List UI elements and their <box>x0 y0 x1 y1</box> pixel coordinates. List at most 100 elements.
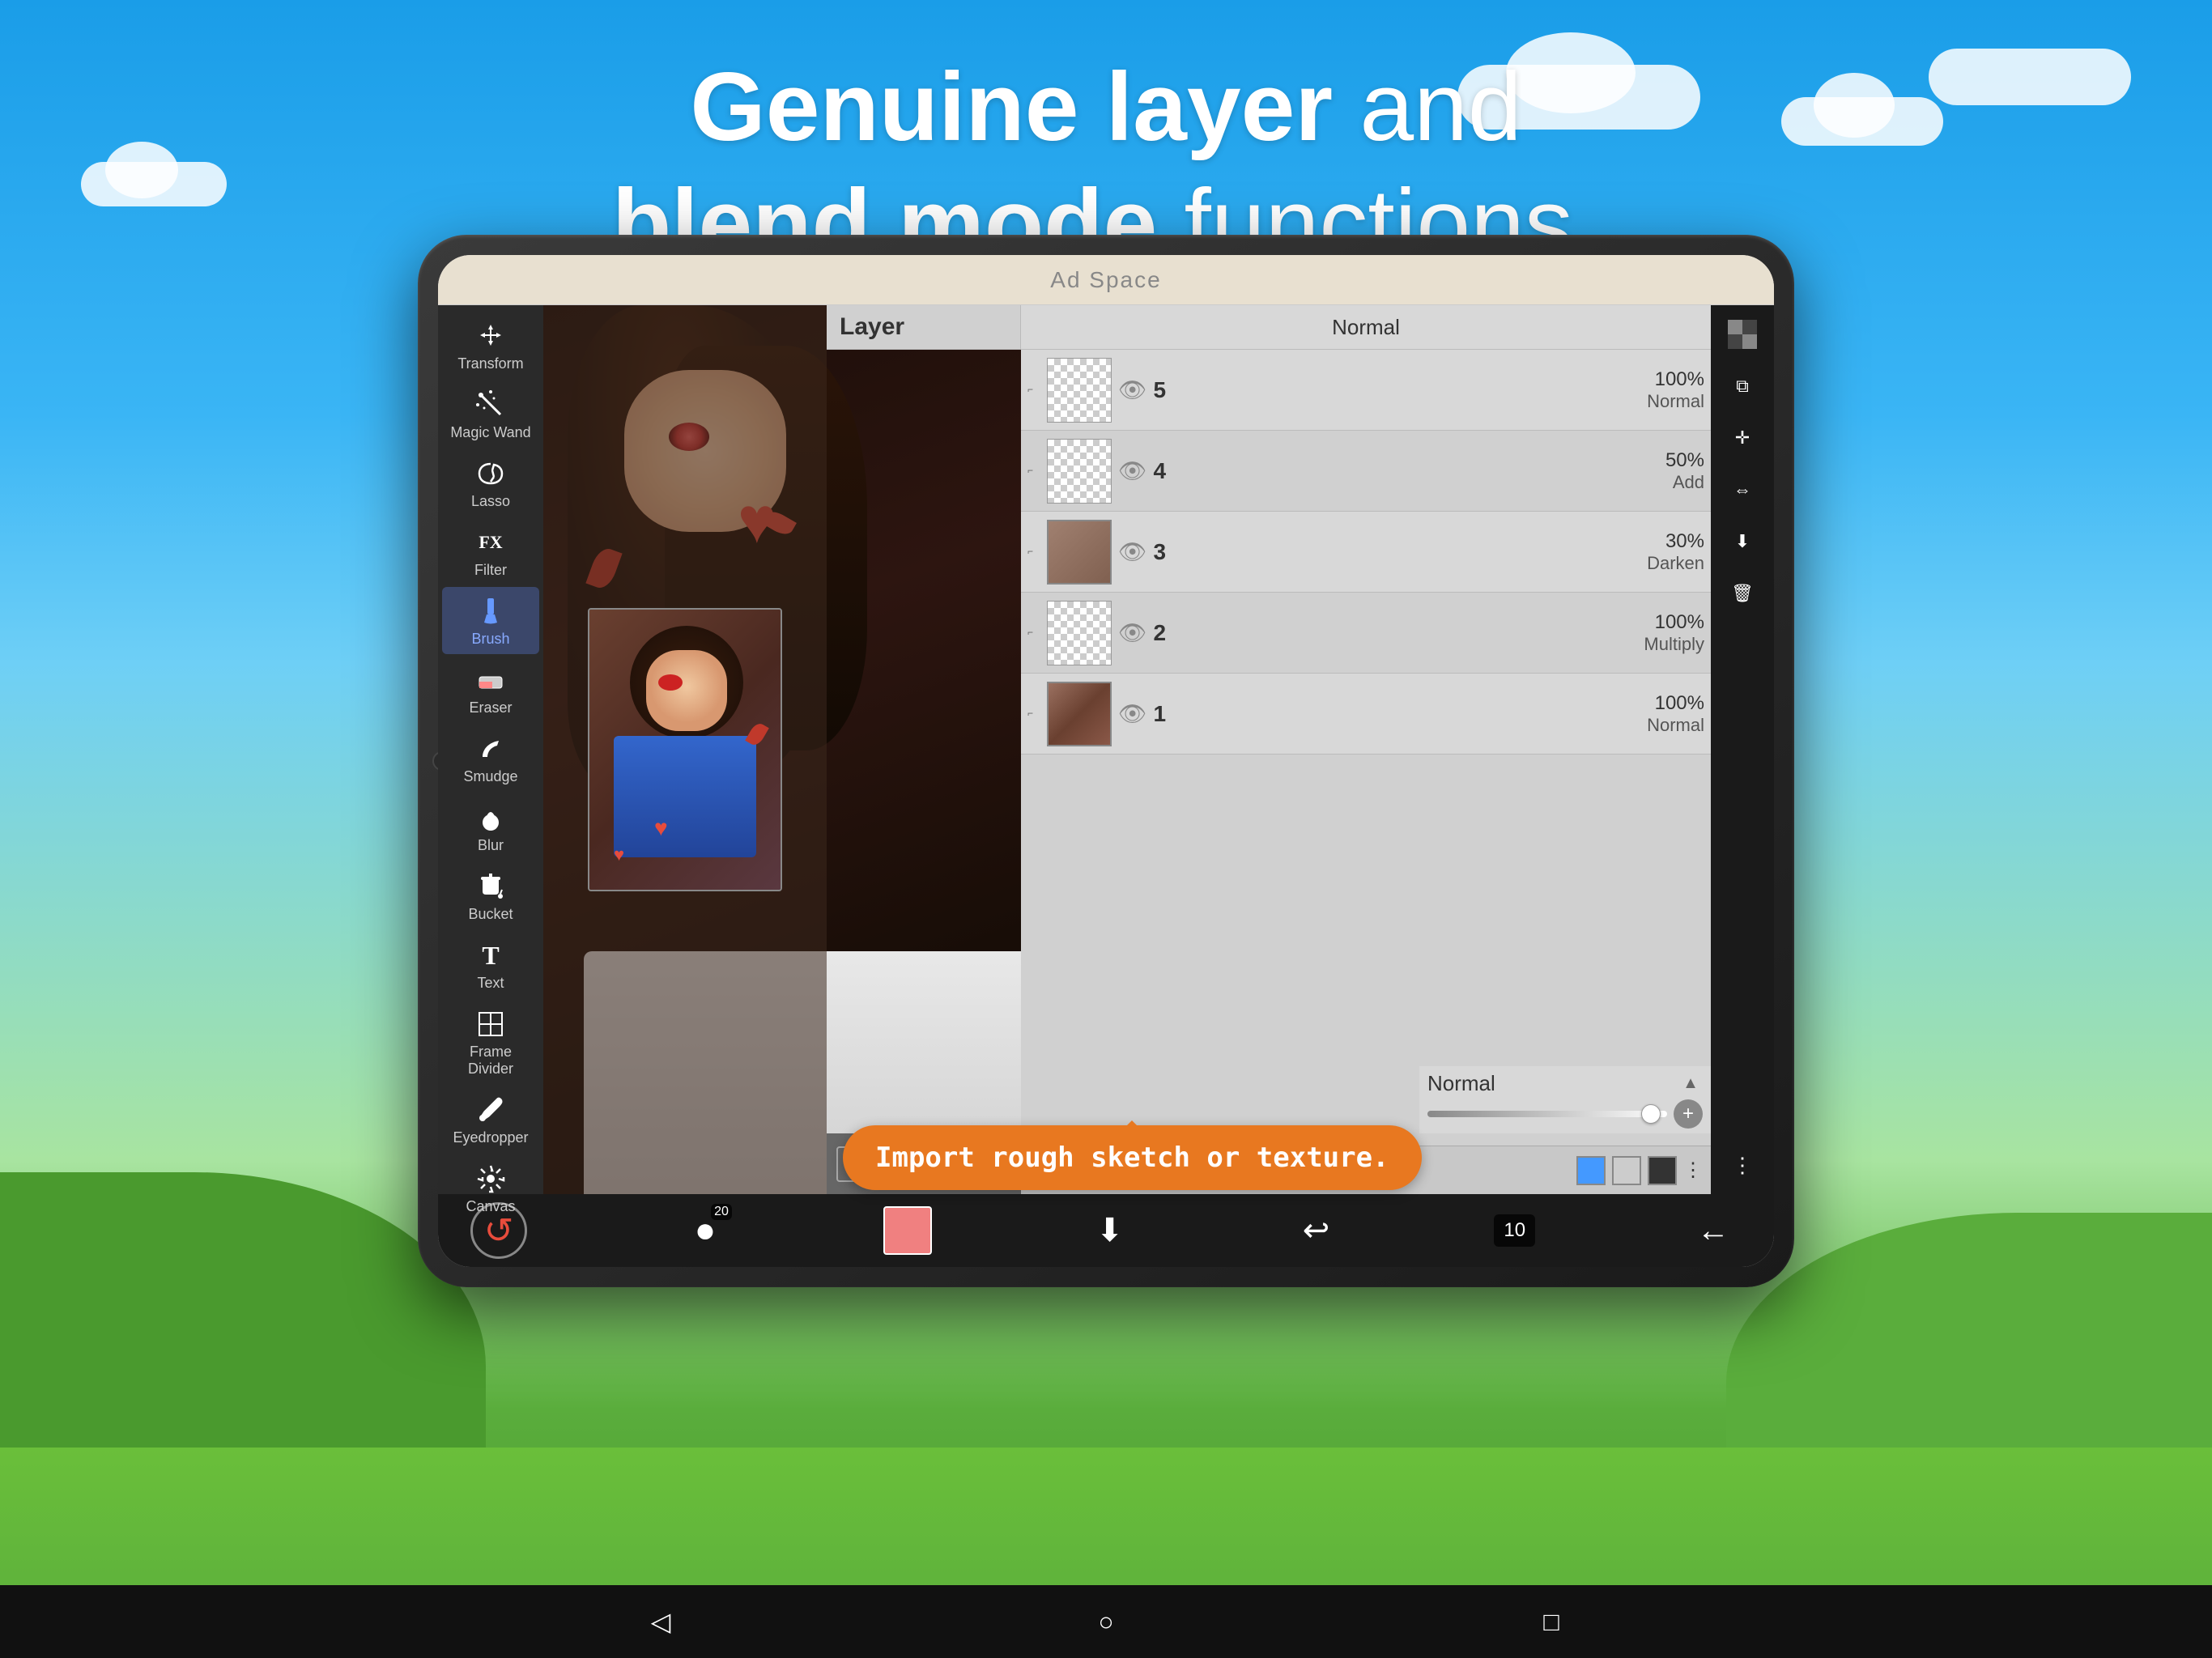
page-count[interactable]: 10 <box>1494 1214 1535 1247</box>
transform-label: Transform <box>457 355 523 372</box>
layer-5-corner: ⌐ <box>1027 384 1040 397</box>
tool-eraser[interactable]: Eraser <box>442 656 539 723</box>
tool-eyedropper[interactable]: Eyedropper <box>442 1086 539 1153</box>
bg-color-3 <box>1648 1156 1677 1185</box>
tool-brush[interactable]: Brush <box>442 587 539 654</box>
brush-size-btn[interactable]: ● 20 <box>677 1202 734 1259</box>
blend-mode-label: Normal <box>1332 315 1400 340</box>
back-btn[interactable]: ← <box>1685 1202 1742 1259</box>
undo-btn[interactable]: ↩ <box>1288 1202 1345 1259</box>
headline-bold-1: Genuine layer <box>690 53 1333 161</box>
layer-5-blend: Normal <box>1647 391 1704 412</box>
opacity-slider-area: + <box>1427 1099 1703 1129</box>
android-back-btn[interactable]: ◁ <box>640 1601 681 1642</box>
brush-icon <box>473 593 508 629</box>
layer-row-5[interactable]: ⌐ 👁 5 100% Normal <box>1021 350 1711 431</box>
android-home-btn[interactable]: ○ <box>1086 1601 1126 1642</box>
ad-space-bar: Ad Space <box>438 255 1774 305</box>
tooltip-arrow <box>1121 1109 1143 1132</box>
layer-4-blend: Add <box>1673 472 1704 493</box>
layer-2-corner: ⌐ <box>1027 627 1040 640</box>
text-label: Text <box>477 975 504 992</box>
tooltip-text: Import rough sketch or texture. <box>875 1141 1389 1174</box>
layer-3-opacity: 30% <box>1665 530 1704 553</box>
layer-3-number: 3 <box>1154 539 1174 565</box>
layer-3-eye[interactable]: 👁 <box>1118 538 1147 565</box>
text-icon: T <box>473 937 508 973</box>
tool-smudge[interactable]: Smudge <box>442 725 539 792</box>
layer-row-3[interactable]: ⌐ 👁 3 30% Darken <box>1021 512 1711 593</box>
filter-icon: FX <box>473 525 508 560</box>
layer-2-eye[interactable]: 👁 <box>1118 619 1147 646</box>
tool-filter[interactable]: FX Filter <box>442 518 539 585</box>
checkerboard-btn[interactable] <box>1718 310 1767 359</box>
layer-2-opacity: 100% <box>1655 611 1704 634</box>
layer-1-eye[interactable]: 👁 <box>1118 700 1147 727</box>
magic-wand-icon <box>473 387 508 423</box>
bg-more-btn[interactable]: ⋮ <box>1683 1158 1703 1182</box>
brush-label: Brush <box>471 631 509 648</box>
layer-2-number: 2 <box>1154 620 1174 646</box>
layer-3-thumb <box>1047 520 1112 585</box>
android-nav-bar: ◁ ○ □ <box>0 1585 2212 1658</box>
layer-5-eye[interactable]: 👁 <box>1118 376 1147 403</box>
thumbnail-panel: ♥ ♥ <box>543 305 827 1194</box>
tool-frame-divider[interactable]: Frame Divider <box>442 1000 539 1084</box>
eyedropper-label: Eyedropper <box>453 1129 528 1146</box>
mini-merge-btn[interactable]: ⬇ <box>1718 517 1767 566</box>
layer-2-thumb <box>1047 601 1112 665</box>
blend-dropdown-arrow[interactable]: ▲ <box>1678 1072 1703 1096</box>
layers-panel: Normal ⌐ 👁 5 100% Normal <box>1021 305 1711 1194</box>
mini-delete-btn[interactable]: 🗑 <box>1718 569 1767 618</box>
layer-4-number: 4 <box>1154 458 1174 484</box>
tool-bucket[interactable]: Bucket <box>442 862 539 929</box>
android-recents-btn[interactable]: □ <box>1531 1601 1572 1642</box>
mini-flip-btn[interactable]: ⇔ <box>1718 466 1767 514</box>
add-opacity-btn[interactable]: + <box>1674 1099 1703 1129</box>
blend-mode-header: Normal <box>1021 305 1711 350</box>
opacity-slider[interactable] <box>1427 1111 1667 1117</box>
tool-text[interactable]: T Text <box>442 931 539 998</box>
tool-canvas[interactable]: Canvas <box>442 1154 539 1222</box>
layer-row-4[interactable]: ⌐ 👁 4 50% Add <box>1021 431 1711 512</box>
app-area: Transform <box>438 305 1774 1194</box>
tool-blur[interactable]: Blur <box>442 793 539 861</box>
eyedropper-icon <box>473 1092 508 1128</box>
layer-5-number: 5 <box>1154 377 1174 403</box>
tool-lasso[interactable]: Lasso <box>442 449 539 517</box>
mini-more-btn[interactable]: ⋮ <box>1718 1141 1767 1189</box>
tool-magic-wand[interactable]: Magic Wand <box>442 380 539 448</box>
slider-thumb <box>1641 1104 1661 1124</box>
ad-space-label: Ad Space <box>1050 267 1161 293</box>
right-mini-toolbar: ⧉ ✛ ⇔ ⬇ 🗑 ⋮ <box>1711 305 1774 1194</box>
layer-2-info: 100% Multiply <box>1180 611 1704 655</box>
layer-4-eye[interactable]: 👁 <box>1118 457 1147 484</box>
transform-icon <box>473 318 508 354</box>
smudge-label: Smudge <box>463 768 517 785</box>
thumbnail-image: ♥ ♥ <box>588 608 782 891</box>
lasso-icon <box>473 456 508 491</box>
tablet-device: Ad Space Transform <box>418 235 1794 1287</box>
layer-1-info: 100% Normal <box>1180 692 1704 736</box>
layer-row-1[interactable]: ⌐ 👁 1 100% Normal <box>1021 674 1711 755</box>
layer-2-blend: Multiply <box>1644 634 1704 655</box>
layer-3-info: 30% Darken <box>1180 530 1704 574</box>
tool-transform[interactable]: Transform <box>442 312 539 379</box>
layer-1-number: 1 <box>1154 701 1174 727</box>
layer-row-2[interactable]: ⌐ 👁 2 100% Multiply <box>1021 593 1711 674</box>
blend-mode-selector[interactable]: Normal ▲ <box>1427 1071 1703 1096</box>
color-swatch[interactable] <box>883 1206 932 1255</box>
download-btn[interactable]: ⬇ <box>1082 1202 1138 1259</box>
eraser-icon <box>473 662 508 698</box>
layer-5-info: 100% Normal <box>1180 368 1704 412</box>
canvas-area: ♥ ♥ ♥ <box>543 305 1774 1194</box>
layer-1-blend: Normal <box>1647 715 1704 736</box>
layer-3-blend: Darken <box>1647 553 1704 574</box>
mini-copy-btn[interactable]: ⧉ <box>1718 362 1767 410</box>
tooltip-bubble: Import rough sketch or texture. <box>843 1125 1422 1190</box>
blend-opacity-area: Normal ▲ + <box>1419 1066 1711 1133</box>
layer-5-thumb <box>1047 358 1112 423</box>
mini-move-btn[interactable]: ✛ <box>1718 414 1767 462</box>
magic-wand-label: Magic Wand <box>450 424 530 441</box>
bucket-icon <box>473 869 508 904</box>
